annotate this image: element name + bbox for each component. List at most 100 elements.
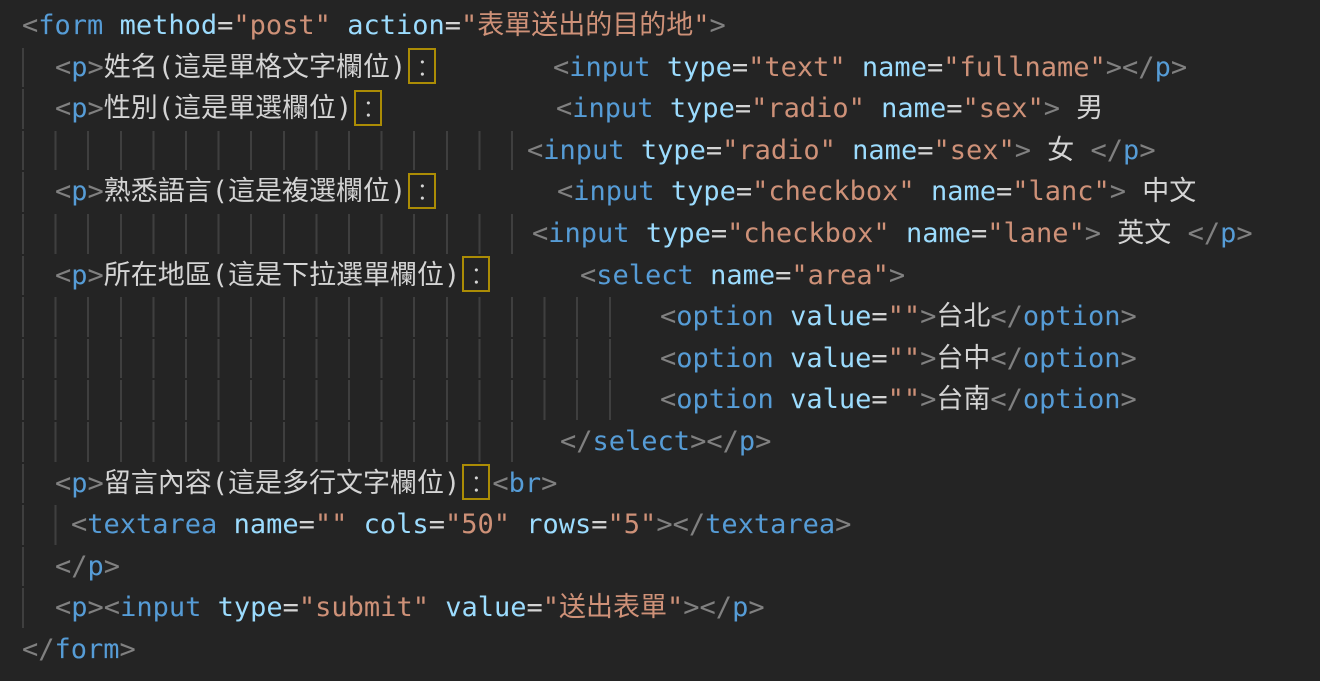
code-segment: </select></p>	[560, 421, 771, 463]
code-token: 英文	[1101, 218, 1188, 249]
code-token: p	[71, 592, 87, 623]
code-token: "sex"	[933, 135, 1014, 166]
code-line[interactable]: <p>留言內容(這是多行文字欄位)︰<br>	[0, 463, 1320, 505]
code-token: method	[120, 10, 218, 41]
code-line[interactable]: <p>熟悉語言(這是複選欄位)︰ <input type="checkbox" n…	[0, 171, 1320, 213]
highlighted-unicode-colon: ︰	[462, 256, 490, 292]
code-token	[651, 52, 667, 83]
indent-guides	[22, 547, 24, 587]
code-token: type	[641, 135, 706, 166]
code-token: =	[735, 93, 751, 124]
code-token: type	[670, 93, 735, 124]
code-token: <	[55, 93, 71, 124]
code-token: type	[218, 592, 283, 623]
code-line[interactable]: <option value="">台北</option>	[0, 296, 1320, 338]
code-token: 女	[1031, 135, 1091, 166]
code-token: "text"	[748, 52, 846, 83]
code-token: >	[1106, 52, 1122, 83]
code-token: option	[676, 301, 774, 332]
code-token: 性別(這是單選欄位)	[104, 93, 353, 124]
code-token: <	[527, 135, 543, 166]
code-token: type	[671, 176, 736, 207]
code-segment: </form>	[22, 629, 136, 671]
code-token: option	[1023, 301, 1121, 332]
code-line[interactable]: <p>所在地區(這是下拉選單欄位)︰<select name="area">	[0, 255, 1320, 297]
code-editor[interactable]: <form method="post" action="表單送出的目的地"><p…	[0, 0, 1320, 681]
code-token: ""	[315, 509, 348, 540]
code-line[interactable]: </p>	[0, 546, 1320, 588]
highlighted-unicode-colon: ︰	[462, 464, 490, 500]
code-line[interactable]: <textarea name="" cols="50" rows="5"></t…	[0, 504, 1320, 546]
indent-guides	[22, 464, 24, 504]
code-token	[774, 343, 790, 374]
indent-guides	[22, 172, 24, 212]
code-token: =	[871, 301, 887, 332]
code-token: =	[591, 509, 607, 540]
code-line[interactable]: <option value="">台中</option>	[0, 338, 1320, 380]
code-line[interactable]: <p>姓名(這是單格文字欄位)︰<input type="text" name=…	[0, 47, 1320, 89]
highlighted-unicode-colon: ︰	[354, 90, 382, 126]
code-token: value	[445, 592, 526, 623]
code-token: p	[71, 260, 87, 291]
code-token: <	[55, 52, 71, 83]
code-line[interactable]: <p>性別(這是單選欄位)︰<input type="radio" name="…	[0, 88, 1320, 130]
code-token: >	[920, 301, 936, 332]
code-token: "checkbox"	[727, 218, 890, 249]
code-token: <	[55, 592, 71, 623]
code-token: >	[710, 10, 726, 41]
code-token: </	[990, 343, 1023, 374]
code-line[interactable]: </select></p>	[0, 421, 1320, 463]
code-token: 台中	[936, 343, 990, 374]
code-token: "lane"	[987, 218, 1085, 249]
code-token: p	[71, 176, 87, 207]
code-token: >	[1171, 52, 1187, 83]
code-segment: <input type="radio" name="sex"> 男	[556, 88, 1103, 130]
code-segment: <p>姓名(這是單格文字欄位)︰	[55, 47, 438, 89]
indent-guides	[22, 588, 24, 628]
code-token: >	[755, 426, 771, 457]
code-line[interactable]: <input type="checkbox" name="lane"> 英文 <…	[0, 213, 1320, 255]
code-segment: </p>	[55, 546, 120, 588]
code-token: br	[509, 468, 542, 499]
code-segment: <p>性別(這是單選欄位)︰	[55, 88, 384, 130]
code-token: ""	[888, 343, 921, 374]
code-token: <	[553, 52, 569, 83]
code-line[interactable]: <form method="post" action="表單送出的目的地">	[0, 5, 1320, 47]
code-token: =	[927, 52, 943, 83]
code-token	[429, 592, 445, 623]
code-line[interactable]: <p><input type="submit" value="送出表單"></p…	[0, 587, 1320, 629]
code-token: 熟悉語言(這是複選欄位)	[104, 176, 407, 207]
code-token: "area"	[791, 260, 889, 291]
code-token: 留言內容(這是多行文字欄位)	[104, 468, 461, 499]
code-token: <	[55, 260, 71, 291]
code-segment: <input type="checkbox" name="lanc"> 中文	[557, 171, 1196, 213]
code-token	[217, 509, 233, 540]
code-token: option	[676, 343, 774, 374]
code-line[interactable]: </form>	[0, 629, 1320, 671]
code-token: >	[920, 384, 936, 415]
code-token: =	[996, 176, 1012, 207]
indent-guides	[22, 380, 611, 420]
code-segment: <option value="">台北</option>	[660, 296, 1137, 338]
code-token: p	[1123, 135, 1139, 166]
code-segment: <p>熟悉語言(這是複選欄位)︰	[55, 171, 438, 213]
code-token: =	[527, 592, 543, 623]
code-token: "sex"	[962, 93, 1043, 124]
code-token: =	[736, 176, 752, 207]
indent-guides	[22, 48, 24, 88]
code-token: >	[1044, 93, 1060, 124]
code-token: input	[573, 176, 654, 207]
code-segment: <input type="checkbox" name="lane"> 英文 <…	[532, 213, 1253, 255]
code-token: "fullname"	[943, 52, 1106, 83]
code-line[interactable]: <input type="radio" name="sex"> 女 </p>	[0, 130, 1320, 172]
code-token: =	[445, 10, 461, 41]
code-segment: <textarea name="" cols="50" rows="5"></t…	[71, 504, 851, 546]
code-token: >	[1236, 218, 1252, 249]
code-line[interactable]: <option value="">台南</option>	[0, 379, 1320, 421]
code-token: 所在地區(這是下拉選單欄位)	[104, 260, 461, 291]
code-token: </	[1091, 135, 1124, 166]
code-token: =	[732, 52, 748, 83]
code-token: "post"	[233, 10, 331, 41]
code-token: =	[429, 509, 445, 540]
code-token: value	[790, 301, 871, 332]
